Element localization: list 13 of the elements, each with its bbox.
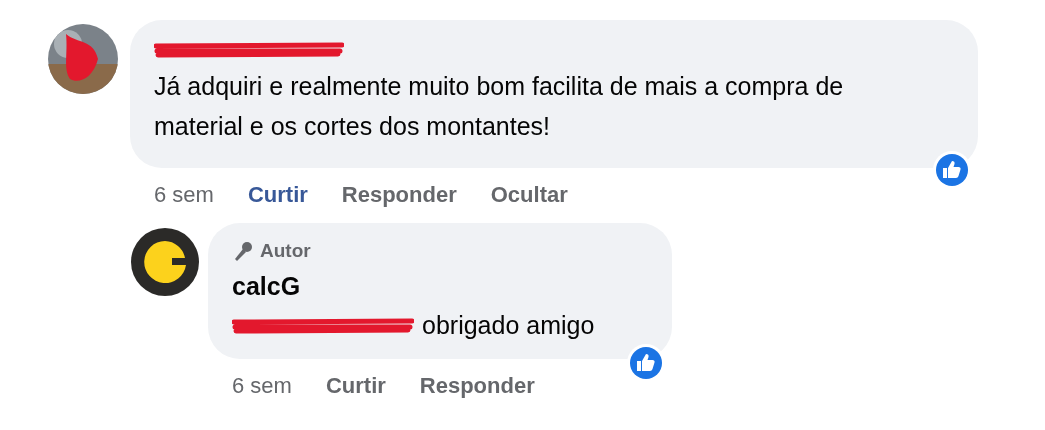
action-link[interactable]: Curtir [247, 178, 308, 211]
comment-text: Já adquiri e realmente muito bom facilita de mais a compra de material e os cortes dos montantes! [154, 71, 845, 142]
author-label: Autor [260, 239, 311, 263]
action-link[interactable]: Curtir [325, 368, 386, 402]
comment-time: 6 sem [232, 371, 292, 400]
author-name: calcG [232, 270, 302, 302]
comment-time: 6 sem [154, 181, 214, 209]
comment-text: obrigado amigo [422, 310, 595, 341]
action-link[interactable]: Responder [341, 178, 457, 211]
action-link[interactable]: Ocultar [490, 178, 568, 211]
action-link[interactable]: Responder [419, 368, 535, 402]
microphone-icon [232, 240, 254, 263]
avatar[interactable] [130, 227, 200, 297]
